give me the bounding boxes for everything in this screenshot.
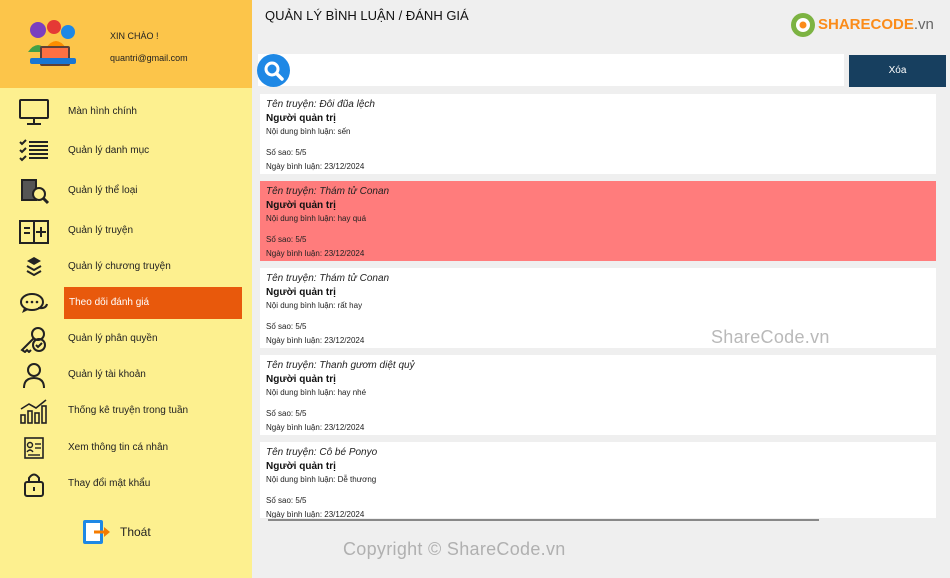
star-rating: Số sao: 5/5 (266, 496, 307, 505)
comment-date: Ngày bình luận: 23/12/2024 (266, 336, 365, 345)
sidebar-item-label: Quản lý chương truyện (68, 261, 171, 272)
sidebar-item-permissions[interactable]: Quản lý phân quyền (0, 321, 252, 357)
comment-date: Ngày bình luận: 23/12/2024 (266, 510, 365, 518)
comment-card[interactable]: Tên truyện: Cô bé Ponyo Người quản trị N… (260, 442, 936, 518)
commenter-name: Người quản trị (266, 200, 336, 211)
book-search-icon (18, 177, 50, 205)
sidebar: XIN CHÀO ! quantri@gmail.com Màn hình ch… (0, 0, 252, 578)
star-rating: Số sao: 5/5 (266, 148, 307, 157)
comment-content: Nội dung bình luận: Dễ thương (266, 475, 377, 484)
id-card-icon (18, 434, 50, 462)
checklist-icon (18, 137, 50, 165)
commenter-name: Người quản trị (266, 113, 336, 124)
sidebar-item-profile[interactable]: Xem thông tin cá nhân (0, 430, 252, 466)
story-name: Tên truyện: Thanh gươm diệt quỷ (266, 360, 415, 371)
sidebar-item-label: Quản lý danh mục (68, 145, 150, 156)
comment-content: Nội dung bình luận: hay nhé (266, 388, 367, 397)
greeting-text: XIN CHÀO ! (110, 31, 159, 41)
star-rating: Số sao: 5/5 (266, 235, 307, 244)
story-name: Tên truyện: Đôi đũa lệch (266, 99, 375, 110)
sidebar-item-label: Quản lý tài khoản (68, 369, 146, 380)
sidebar-item-label: Màn hình chính (68, 106, 137, 117)
brand-text: SHARECODE.vn (818, 16, 934, 33)
comment-content: Nội dung bình luận: sến (266, 127, 351, 136)
bar-chart-icon (18, 397, 50, 425)
comment-content: Nội dung bình luận: rất hay (266, 301, 363, 310)
sharecode-logo: SHARECODE.vn (790, 12, 945, 40)
user-email: quantri@gmail.com (110, 53, 188, 63)
comment-list[interactable]: Tên truyện: Đôi đũa lệch Người quản trị … (258, 92, 938, 518)
horizontal-scrollbar[interactable] (268, 519, 819, 521)
sidebar-item-chapters[interactable]: Quản lý chương truyện (0, 249, 252, 285)
sidebar-item-categories[interactable]: Quản lý danh mục (0, 133, 252, 169)
sidebar-item-label: Quản lý phân quyền (68, 333, 158, 344)
star-rating: Số sao: 5/5 (266, 322, 307, 331)
comment-date: Ngày bình luận: 23/12/2024 (266, 162, 365, 171)
comment-date: Ngày bình luận: 23/12/2024 (266, 249, 365, 258)
sidebar-item-genres[interactable]: Quản lý thể loại (0, 173, 252, 209)
comment-card[interactable]: Tên truyện: Thám tử Conan Người quản trị… (260, 268, 936, 348)
delete-button[interactable]: Xóa (849, 55, 946, 87)
sidebar-item-accounts[interactable]: Quản lý tài khoản (0, 357, 252, 393)
sidebar-item-reviews[interactable]: Theo dõi đánh giá (0, 287, 252, 323)
commenter-name: Người quản trị (266, 461, 336, 472)
logout-icon (82, 518, 114, 546)
comment-content: Nội dung bình luận: hay quá (266, 214, 367, 223)
search-button[interactable] (257, 54, 290, 87)
sidebar-item-weekly-stats[interactable]: Thống kê truyện trong tuần (0, 393, 252, 429)
star-rating: Số sao: 5/5 (266, 409, 307, 418)
comment-date: Ngày bình luận: 23/12/2024 (266, 423, 365, 432)
book-add-icon (18, 217, 50, 245)
logout-label: Thoát (120, 525, 151, 539)
sidebar-item-stories[interactable]: Quản lý truyện (0, 213, 252, 249)
comment-card[interactable]: Tên truyện: Thanh gươm diệt quỷ Người qu… (260, 355, 936, 435)
story-name: Tên truyện: Thám tử Conan (266, 186, 390, 197)
copyright-watermark: Copyright © ShareCode.vn (343, 539, 566, 559)
sidebar-item-label: Theo dõi đánh giá (69, 297, 150, 308)
search-input[interactable] (296, 60, 836, 80)
sidebar-header: XIN CHÀO ! quantri@gmail.com (0, 0, 252, 88)
commenter-name: Người quản trị (266, 374, 336, 385)
comment-card-selected[interactable]: Tên truyện: Thám tử Conan Người quản trị… (260, 181, 936, 261)
sidebar-item-change-password[interactable]: Thay đổi mật khẩu (0, 466, 252, 502)
sharecode-logo-icon (791, 13, 815, 37)
brand-suffix: .vn (913, 16, 934, 33)
sidebar-item-label: Thống kê truyện trong tuần (68, 405, 189, 416)
chat-icon (18, 291, 50, 319)
story-name: Tên truyện: Thám tử Conan (266, 273, 390, 284)
story-name: Tên truyện: Cô bé Ponyo (266, 447, 378, 458)
layers-icon (18, 253, 50, 281)
sidebar-item-home[interactable]: Màn hình chính (0, 94, 252, 130)
sidebar-item-label: Thay đổi mật khẩu (68, 478, 151, 489)
sidebar-item-label: Quản lý truyện (68, 225, 134, 236)
comment-card[interactable]: Tên truyện: Đôi đũa lệch Người quản trị … (260, 94, 936, 174)
watermark-text: ShareCode.vn (711, 327, 830, 347)
page-title: QUẢN LÝ BÌNH LUẬN / ĐÁNH GIÁ (265, 8, 469, 23)
brand-main: SHARECODE (818, 16, 914, 33)
key-user-icon (18, 325, 50, 354)
admin-avatar-icon (24, 18, 80, 74)
sidebar-item-label: Xem thông tin cá nhân (68, 442, 169, 453)
search-icon (264, 61, 284, 81)
monitor-icon (18, 98, 50, 126)
logout-button[interactable]: Thoát (82, 518, 162, 546)
sidebar-item-label: Quản lý thể loại (68, 185, 138, 196)
user-icon (18, 361, 50, 389)
lock-icon (18, 470, 50, 498)
commenter-name: Người quản trị (266, 287, 336, 298)
